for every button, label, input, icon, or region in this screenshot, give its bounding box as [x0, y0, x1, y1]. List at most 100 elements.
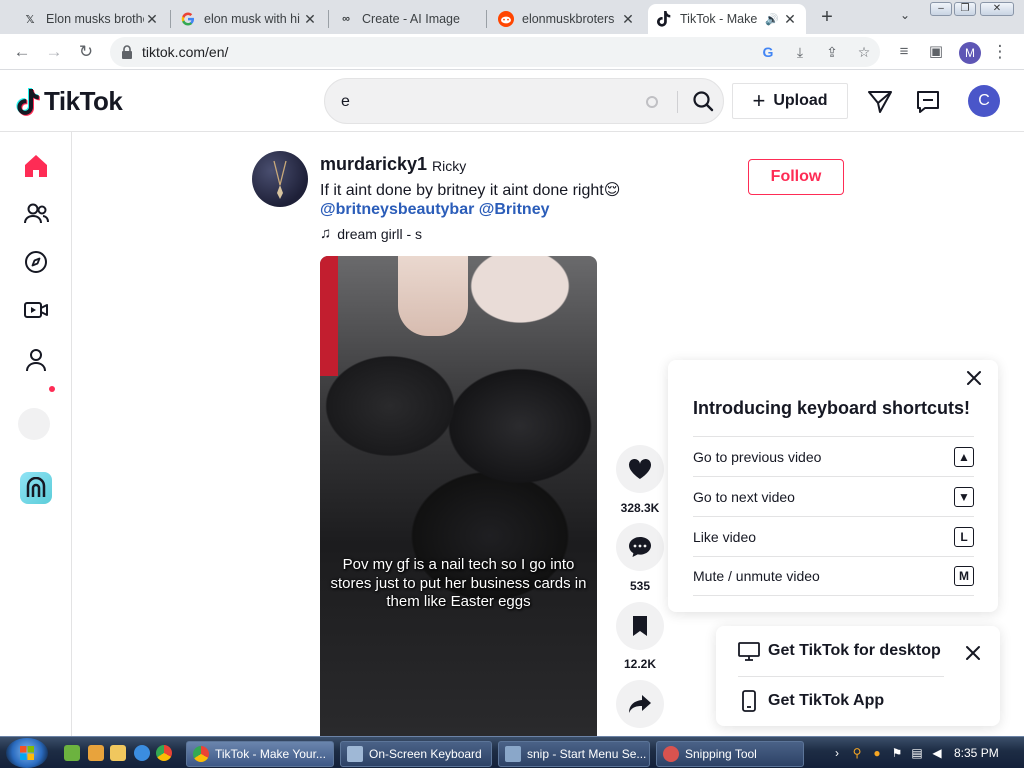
quicklaunch-media-icon[interactable] — [88, 745, 104, 761]
video-player[interactable]: Pov my gf is a nail tech so I go into st… — [320, 256, 597, 736]
get-mobile-app-link[interactable]: Get TikTok App — [738, 690, 884, 712]
start-button[interactable] — [6, 738, 48, 768]
taskbar-osk-button[interactable]: On-Screen Keyboard — [340, 741, 492, 767]
media-control-icon[interactable]: ≡ — [894, 42, 914, 62]
panel-divider — [738, 676, 944, 677]
browser-tab[interactable]: elonmuskbroters ✕ — [490, 4, 644, 34]
taskbar-chrome-button[interactable]: TikTok - Make Your... — [186, 741, 334, 767]
heart-icon — [628, 458, 652, 479]
plus-icon: + — [752, 88, 766, 113]
comment-button[interactable] — [616, 523, 664, 571]
get-desktop-app-link[interactable]: Get TikTok for desktop — [738, 640, 941, 662]
forward-arrow-icon[interactable]: → — [44, 42, 64, 62]
tab-search-chevron-icon[interactable]: ⌄ — [896, 8, 914, 26]
quicklaunch-chrome-icon[interactable] — [156, 745, 172, 761]
desktop-monitor-icon — [738, 642, 760, 661]
upload-button[interactable]: + Upload — [732, 83, 848, 119]
bookmark-star-icon[interactable]: ☆ — [854, 42, 874, 62]
taskbar-button-label: Snipping Tool — [685, 747, 757, 761]
new-tab-button[interactable]: + — [816, 6, 838, 28]
arrow-up-key-icon: ▲ — [954, 446, 974, 467]
lock-icon[interactable] — [120, 44, 134, 60]
tray-flag-icon[interactable]: ⚑ — [890, 746, 904, 760]
close-tab-icon[interactable]: ✕ — [620, 11, 636, 28]
share-button[interactable] — [616, 680, 664, 728]
browser-tab[interactable]: 𝕏 Elon musks brothe ✕ — [14, 4, 168, 34]
quicklaunch-ie-icon[interactable] — [134, 745, 150, 761]
mobile-phone-icon — [742, 690, 756, 712]
sidebar-item-home[interactable] — [20, 150, 52, 182]
inbox-icon[interactable] — [915, 89, 941, 115]
taskbar-snipping-button[interactable]: Snipping Tool — [656, 741, 804, 767]
taskbar-clock[interactable]: 8:35 PM — [954, 746, 999, 760]
sidebar-app-icon[interactable] — [20, 472, 52, 504]
share-icon[interactable]: ⇪ — [822, 42, 842, 62]
messages-send-icon[interactable] — [867, 89, 893, 115]
post-music[interactable]: ♫ dream girll - s — [320, 225, 422, 242]
sidebar-item-live[interactable] — [20, 294, 52, 326]
google-lens-icon[interactable]: G — [758, 42, 778, 62]
browser-tab[interactable]: elon musk with hi ✕ — [172, 4, 326, 34]
close-tab-icon[interactable]: ✕ — [302, 11, 318, 28]
m-key-icon: M — [954, 566, 974, 586]
tray-expand-icon[interactable]: › — [830, 746, 844, 760]
left-sidebar — [0, 132, 72, 736]
search-button[interactable] — [681, 79, 725, 123]
tiktok-logo[interactable]: TikTok — [16, 86, 123, 117]
mobile-app-label: Get TikTok App — [768, 692, 885, 709]
loading-spinner-icon — [646, 96, 658, 108]
post-caption: If it aint done by britney it aint done … — [320, 182, 621, 199]
tray-network-icon[interactable]: ▤ — [910, 746, 924, 760]
tab-title: elonmuskbroters — [522, 12, 615, 26]
like-button[interactable] — [616, 445, 664, 493]
sidebar-item-following[interactable] — [20, 198, 52, 230]
sidebar-placeholder-avatar[interactable] — [18, 408, 50, 440]
close-window-button[interactable]: ✕ — [980, 2, 1014, 16]
back-arrow-icon[interactable]: ← — [12, 42, 32, 62]
close-icon[interactable] — [964, 368, 984, 388]
close-icon[interactable] — [964, 644, 982, 662]
save-button[interactable] — [616, 602, 664, 650]
speaker-icon[interactable]: 🔊 — [762, 13, 782, 26]
browser-profile-avatar[interactable]: M — [959, 42, 981, 64]
search-bar[interactable] — [324, 78, 724, 124]
sidebar-item-profile[interactable] — [20, 344, 52, 376]
sidebar-item-explore[interactable] — [20, 246, 52, 278]
browser-tab[interactable]: ∞ Create - AI Image — [330, 4, 484, 34]
taskbar-search-button[interactable]: snip - Start Menu Se... — [498, 741, 650, 767]
taskbar-button-label: TikTok - Make Your... — [215, 747, 326, 761]
close-tab-icon[interactable]: ✕ — [782, 11, 798, 28]
browser-tab-active[interactable]: TikTok - Make 🔊 ✕ — [648, 4, 806, 34]
tray-volume-icon[interactable]: ◀ — [930, 746, 944, 760]
tiktok-note-icon — [16, 87, 40, 116]
browser-menu-icon[interactable]: ⋮ — [990, 42, 1010, 62]
follow-button[interactable]: Follow — [748, 159, 844, 195]
user-avatar[interactable]: C — [968, 85, 1000, 117]
taskbar-button-label: snip - Start Menu Se... — [527, 747, 647, 761]
search-input[interactable] — [341, 91, 621, 113]
url-text[interactable]: tiktok.com/en/ — [142, 44, 228, 60]
tab-separator — [486, 10, 487, 28]
tray-search-icon[interactable]: ⚲ — [850, 746, 864, 760]
close-tab-icon[interactable]: ✕ — [144, 11, 160, 28]
quicklaunch-app-icon[interactable] — [64, 745, 80, 761]
creator-username[interactable]: murdaricky1 — [320, 154, 427, 175]
keyboard-icon — [347, 746, 363, 762]
tab-title: Elon musks brothe — [46, 12, 144, 26]
install-app-icon[interactable]: ⤓ — [790, 42, 810, 62]
tray-app-icon[interactable]: ● — [870, 746, 884, 760]
post-mentions[interactable]: @britneysbeautybar @Britney — [320, 201, 549, 219]
quicklaunch-folder-icon[interactable] — [110, 745, 126, 761]
comment-icon — [629, 537, 651, 557]
tiktok-header: TikTok + Upload C — [0, 70, 1024, 132]
creator-nickname[interactable]: Ricky — [432, 158, 466, 174]
address-bar[interactable]: tiktok.com/en/ G ⤓ ⇪ ☆ — [110, 37, 880, 67]
side-panel-icon[interactable]: ▣ — [926, 42, 946, 62]
reload-icon[interactable]: ↻ — [76, 42, 96, 62]
creator-avatar[interactable] — [252, 151, 308, 207]
music-title: dream girll - s — [337, 225, 423, 242]
minimize-window-button[interactable]: – — [930, 2, 952, 16]
maximize-window-button[interactable]: ❐ — [954, 2, 976, 16]
bing-infinity-icon: ∞ — [342, 13, 350, 25]
search-divider — [677, 91, 678, 113]
